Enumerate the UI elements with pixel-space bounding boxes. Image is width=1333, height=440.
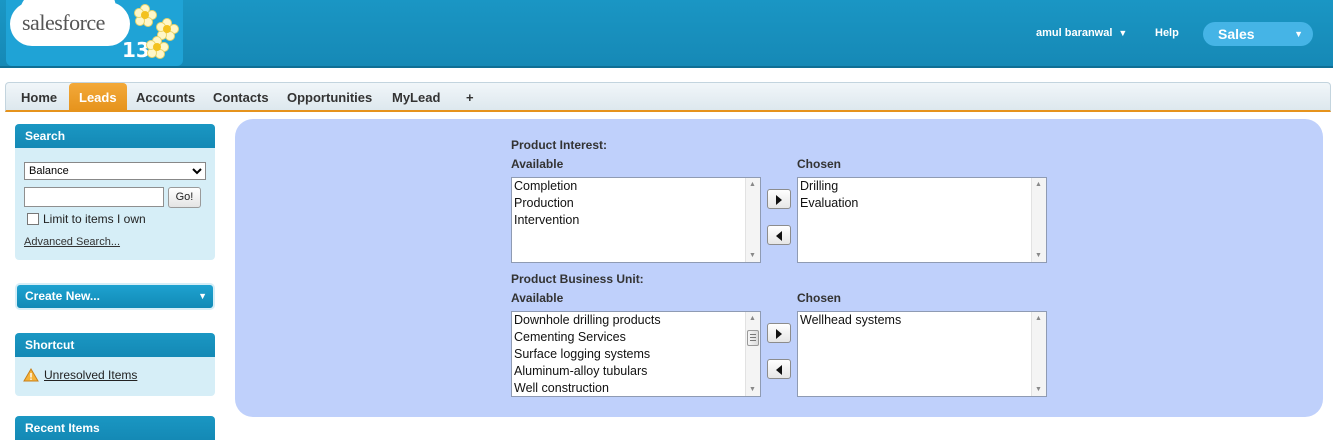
remove-button[interactable] — [767, 359, 791, 379]
tab-leads[interactable]: Leads — [69, 83, 127, 111]
remove-button[interactable] — [767, 225, 791, 245]
search-scope-select[interactable]: Balance — [24, 162, 206, 180]
arrow-left-icon — [776, 365, 782, 375]
product-interest-chosen-list[interactable]: Drilling Evaluation ▲ ▼ — [797, 177, 1047, 263]
go-button[interactable]: Go! — [168, 187, 201, 208]
list-item[interactable]: Evaluation — [798, 195, 1046, 212]
warning-icon — [23, 368, 39, 382]
add-tab-button[interactable]: + — [456, 83, 484, 111]
search-input[interactable] — [24, 187, 164, 207]
user-name: amul baranwal — [1036, 27, 1113, 39]
scrollbar[interactable]: ▲ ▼ — [1031, 178, 1046, 262]
tab-bar: Home Leads Accounts Contacts Opportuniti… — [5, 82, 1331, 112]
limit-label: Limit to items I own — [43, 212, 146, 226]
tab-accounts[interactable]: Accounts — [126, 83, 205, 111]
product-business-unit-title: Product Business Unit: — [511, 272, 644, 286]
tab-contacts[interactable]: Contacts — [203, 83, 279, 111]
dual-listbox-panel: Product Interest: Available Chosen Compl… — [235, 119, 1323, 417]
arrow-right-icon — [776, 329, 782, 339]
logo-brand-text: salesforce — [22, 10, 105, 35]
list-item[interactable]: Wellhead systems — [798, 312, 1046, 329]
scroll-up-icon[interactable]: ▲ — [1035, 315, 1042, 322]
add-button[interactable] — [767, 189, 791, 209]
list-item[interactable]: Intervention — [512, 212, 760, 229]
shortcut-box: Shortcut Unresolved Items — [15, 333, 215, 396]
chevron-down-icon: ▼ — [1294, 29, 1303, 39]
arrow-left-icon — [776, 231, 782, 241]
product-interest-title: Product Interest: — [511, 138, 608, 152]
create-new-button[interactable]: Create New... ▼ — [15, 283, 215, 310]
list-item[interactable]: Completion — [512, 178, 760, 195]
scroll-thumb[interactable] — [747, 330, 759, 346]
user-menu[interactable]: amul baranwal ▼ — [1036, 27, 1127, 39]
create-new-label: Create New... — [25, 289, 100, 303]
limit-row: Limit to items I own — [27, 212, 146, 226]
business-unit-chosen-list[interactable]: Wellhead systems ▲ ▼ — [797, 311, 1047, 397]
chevron-down-icon: ▼ — [1118, 28, 1128, 38]
available-label: Available — [511, 157, 564, 171]
tab-home[interactable]: Home — [11, 83, 67, 111]
list-item[interactable]: Aluminum-alloy tubulars — [512, 363, 760, 380]
add-button[interactable] — [767, 323, 791, 343]
app-header: salesforce 13 amul baranwal ▼ Help Sales … — [0, 0, 1333, 68]
scroll-down-icon[interactable]: ▼ — [749, 252, 756, 259]
flower-icon — [146, 36, 169, 59]
scroll-down-icon[interactable]: ▼ — [1035, 252, 1042, 259]
app-name: Sales — [1218, 26, 1255, 42]
scroll-up-icon[interactable]: ▲ — [1035, 181, 1042, 188]
list-item[interactable]: Production — [512, 195, 760, 212]
list-item[interactable]: Surface logging systems — [512, 346, 760, 363]
chevron-down-icon: ▼ — [198, 291, 207, 301]
chosen-label: Chosen — [797, 291, 842, 305]
available-label: Available — [511, 291, 564, 305]
salesforce-logo[interactable]: salesforce 13 — [6, 0, 183, 66]
tab-opportunities[interactable]: Opportunities — [277, 83, 382, 111]
scroll-up-icon[interactable]: ▲ — [749, 181, 756, 188]
chosen-label: Chosen — [797, 157, 842, 171]
product-interest-available-list[interactable]: Completion Production Intervention ▲ ▼ — [511, 177, 761, 263]
scrollbar[interactable]: ▲ ▼ — [745, 178, 760, 262]
help-link[interactable]: Help — [1155, 27, 1179, 39]
search-box: Search Balance Go! Limit to items I own … — [15, 124, 215, 260]
scroll-up-icon[interactable]: ▲ — [749, 315, 756, 322]
recent-items-box: Recent Items — [15, 416, 215, 440]
list-item[interactable]: Well construction — [512, 380, 760, 396]
app-switcher[interactable]: Sales ▼ — [1203, 22, 1313, 46]
arrow-right-icon — [776, 195, 782, 205]
tab-mylead[interactable]: MyLead — [382, 83, 450, 111]
shortcut-title: Shortcut — [15, 333, 215, 357]
unresolved-items-link[interactable]: Unresolved Items — [44, 368, 137, 382]
scroll-down-icon[interactable]: ▼ — [749, 386, 756, 393]
list-item[interactable]: Cementing Services — [512, 329, 760, 346]
advanced-search-link[interactable]: Advanced Search... — [24, 236, 120, 248]
flower-icon — [134, 4, 157, 27]
business-unit-available-list[interactable]: Downhole drilling products Cementing Ser… — [511, 311, 761, 397]
scrollbar[interactable]: ▲ ▼ — [1031, 312, 1046, 396]
scrollbar[interactable]: ▲ ▼ — [745, 312, 760, 396]
limit-checkbox[interactable] — [27, 213, 39, 225]
scroll-down-icon[interactable]: ▼ — [1035, 386, 1042, 393]
recent-items-title: Recent Items — [15, 416, 215, 440]
list-item[interactable]: Drilling — [798, 178, 1046, 195]
list-item[interactable]: Downhole drilling products — [512, 312, 760, 329]
search-title: Search — [15, 124, 215, 148]
